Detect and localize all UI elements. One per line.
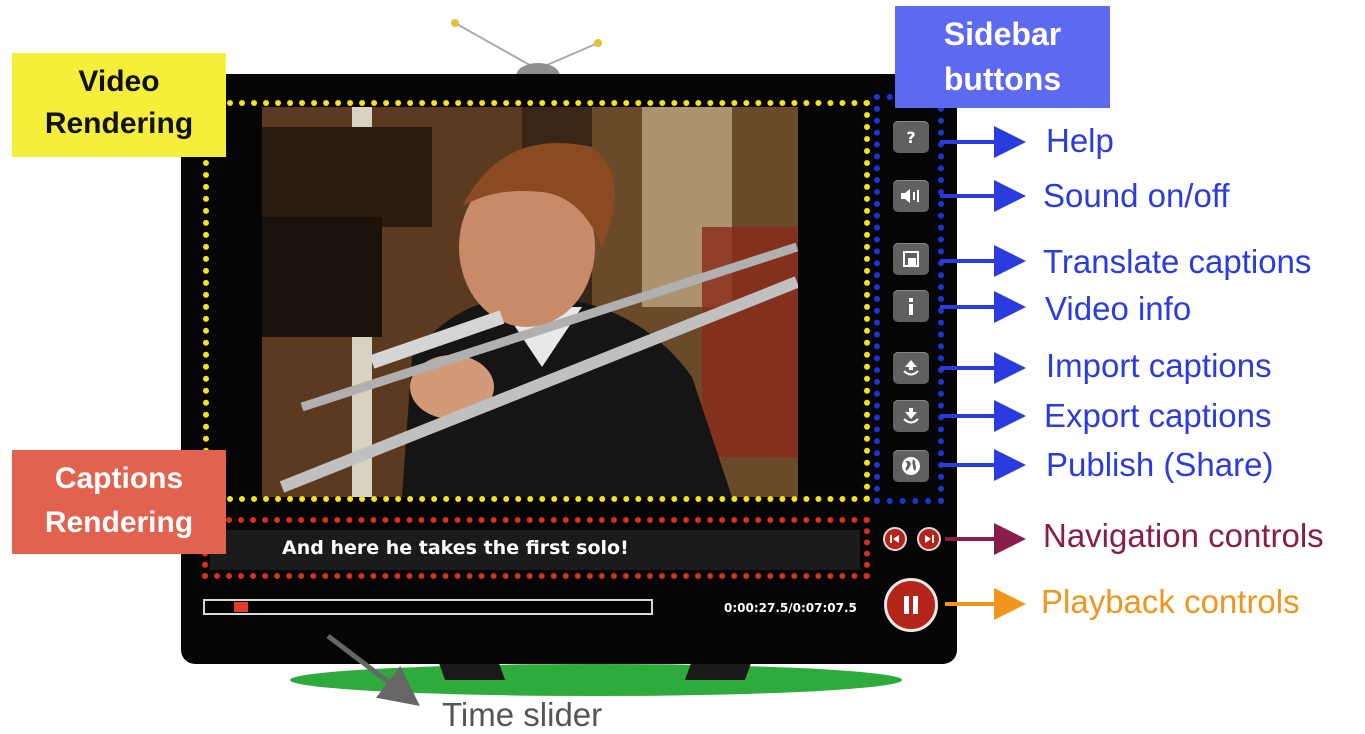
sidebar-buttons-frame [874, 94, 944, 504]
sidebar-buttons-label-line2: buttons [943, 61, 1062, 97]
publish-annotation: Publish (Share) [1046, 446, 1274, 483]
time-slider-thumb[interactable] [234, 602, 248, 612]
time-slider[interactable] [203, 599, 653, 615]
captions-rendering-label: Captions Rendering [12, 457, 226, 545]
captions-rendering-label-line1: Captions [54, 462, 184, 495]
tv-antenna [451, 19, 602, 80]
video-rendering-label-line1: Video [78, 65, 160, 98]
next-caption-button[interactable] [917, 527, 941, 551]
playback-annotation: Playback controls [1041, 583, 1300, 620]
video-rendering-label: Video Rendering [12, 61, 226, 145]
pause-button[interactable] [884, 578, 938, 632]
skip-back-icon [890, 535, 899, 543]
navigation-annotation: Navigation controls [1043, 517, 1324, 554]
sound-annotation: Sound on/off [1043, 177, 1230, 214]
timecode: 0:00:27.5/0:07:07.5 [724, 601, 857, 615]
skip-forward-icon [925, 535, 934, 543]
import-annotation: Import captions [1046, 347, 1272, 384]
sidebar-buttons-label: Sidebar buttons [895, 12, 1110, 102]
translate-annotation: Translate captions [1043, 243, 1312, 280]
captions-rendering-label-line2: Rendering [44, 506, 194, 539]
info-annotation: Video info [1045, 290, 1192, 327]
pause-icon [904, 596, 918, 614]
time-slider-annotation: Time slider [442, 696, 603, 733]
export-annotation: Export captions [1044, 397, 1272, 434]
help-annotation: Help [1046, 122, 1114, 159]
previous-caption-button[interactable] [883, 527, 907, 551]
sidebar-buttons-label-line1: Sidebar [943, 16, 1062, 52]
captions-rendering-frame [202, 517, 870, 579]
tv-ground-shadow [290, 664, 902, 696]
video-rendering-frame [203, 100, 870, 502]
video-rendering-label-line2: Rendering [44, 107, 194, 140]
